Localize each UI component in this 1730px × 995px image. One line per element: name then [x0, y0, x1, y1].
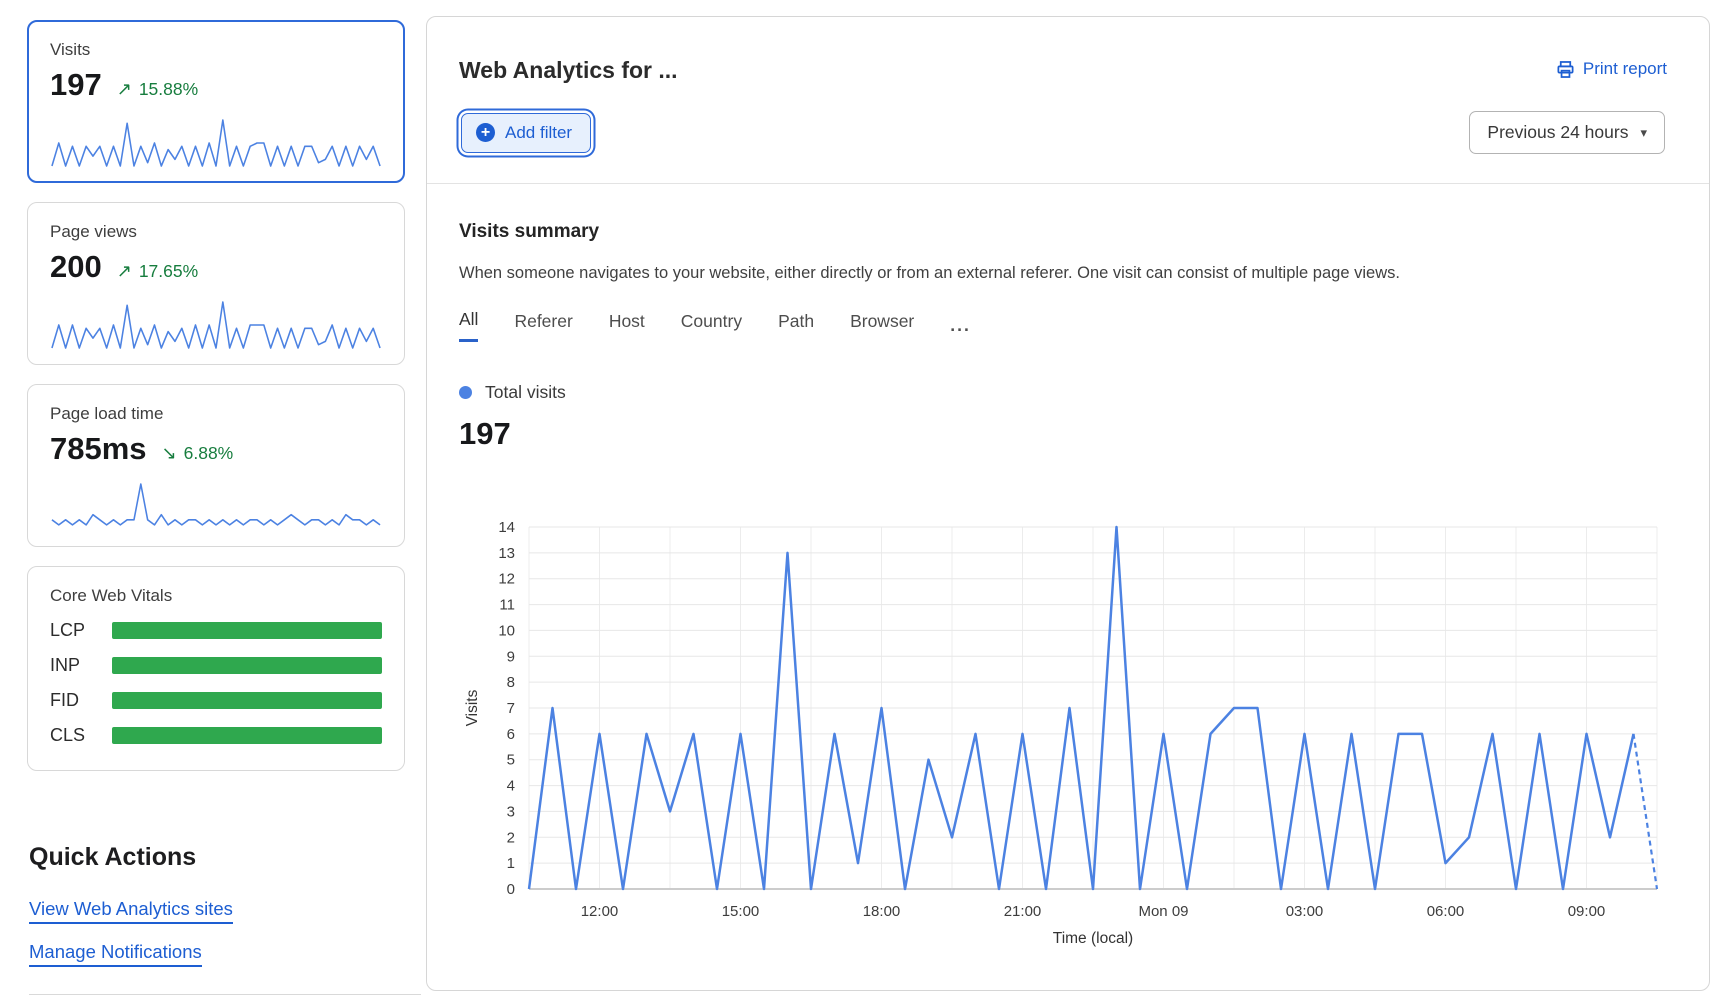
trend-value: 17.65% [139, 261, 198, 282]
chart-legend: Total visits [459, 382, 1665, 403]
tab-path[interactable]: Path [778, 311, 814, 341]
svg-text:12: 12 [498, 571, 515, 588]
svg-text:0: 0 [507, 881, 515, 898]
vitals-label: LCP [50, 620, 96, 641]
tab-all[interactable]: All [459, 309, 478, 342]
legend-label: Total visits [485, 382, 566, 403]
legend-dot-icon [459, 386, 472, 399]
metric-card-page-load-time[interactable]: Page load time 785ms ↘ 6.88% [27, 384, 405, 547]
metric-card-title: Page load time [50, 404, 382, 424]
svg-text:9: 9 [507, 648, 515, 665]
page-views-sparkline [50, 298, 382, 350]
svg-text:13: 13 [498, 545, 515, 562]
plus-icon: + [476, 123, 495, 142]
visits-summary-description: When someone navigates to your website, … [459, 264, 1665, 283]
core-web-vitals-card[interactable]: Core Web Vitals LCP INP FID CLS [27, 566, 405, 771]
quick-actions-title: Quick Actions [29, 843, 405, 872]
svg-text:Visits: Visits [464, 689, 481, 726]
trend-down-icon: ↘ [162, 443, 177, 464]
view-web-analytics-sites-link[interactable]: View Web Analytics sites [29, 898, 233, 924]
metric-card-value: 785ms [50, 431, 147, 467]
vitals-label: INP [50, 655, 96, 676]
time-range-dropdown[interactable]: Previous 24 hours ▾ [1469, 111, 1665, 154]
dimension-tabs: All Referer Host Country Path Browser ..… [459, 309, 1665, 342]
page-load-time-sparkline [50, 480, 382, 532]
svg-text:09:00: 09:00 [1568, 903, 1606, 920]
page-title: Web Analytics for ... [459, 57, 678, 84]
svg-text:Mon 09: Mon 09 [1138, 903, 1188, 920]
add-filter-label: Add filter [505, 123, 572, 143]
vitals-row-lcp: LCP [50, 620, 382, 641]
metric-card-value: 197 [50, 67, 102, 103]
svg-text:4: 4 [507, 778, 515, 795]
svg-text:12:00: 12:00 [581, 903, 619, 920]
sidebar: Visits 197 ↗ 15.88% Page views 200 ↗ 17.… [27, 20, 405, 995]
vitals-label: FID [50, 690, 96, 711]
svg-text:21:00: 21:00 [1004, 903, 1042, 920]
svg-text:14: 14 [498, 519, 515, 536]
manage-notifications-link[interactable]: Manage Notifications [29, 941, 202, 967]
metric-card-title: Visits [50, 40, 382, 60]
svg-text:06:00: 06:00 [1427, 903, 1465, 920]
add-filter-button[interactable]: + Add filter [461, 113, 591, 153]
panel-header: Web Analytics for ... Print report [427, 17, 1709, 84]
metric-card-title: Page views [50, 222, 382, 242]
core-web-vitals-title: Core Web Vitals [50, 586, 382, 606]
svg-text:18:00: 18:00 [863, 903, 901, 920]
svg-text:6: 6 [507, 726, 515, 743]
metric-card-value: 200 [50, 249, 102, 285]
svg-text:8: 8 [507, 674, 515, 691]
trend-value: 6.88% [184, 443, 234, 464]
svg-text:5: 5 [507, 752, 515, 769]
svg-text:11: 11 [499, 597, 515, 614]
print-report-link[interactable]: Print report [1556, 59, 1667, 79]
svg-text:03:00: 03:00 [1286, 903, 1324, 920]
time-range-label: Previous 24 hours [1487, 122, 1628, 143]
svg-text:7: 7 [507, 700, 515, 717]
vitals-row-inp: INP [50, 655, 382, 676]
visits-sparkline [50, 116, 382, 168]
svg-text:2: 2 [507, 829, 515, 846]
vitals-label: CLS [50, 725, 96, 746]
vitals-good-bar [112, 657, 382, 674]
metric-card-page-views[interactable]: Page views 200 ↗ 17.65% [27, 202, 405, 365]
printer-icon [1556, 60, 1575, 79]
total-visits-value: 197 [459, 416, 1665, 452]
tab-host[interactable]: Host [609, 311, 645, 341]
tab-referer[interactable]: Referer [514, 311, 572, 341]
visits-summary-title: Visits summary [459, 221, 1665, 243]
svg-text:Time (local): Time (local) [1053, 930, 1133, 947]
svg-text:10: 10 [498, 622, 515, 639]
trend-value: 15.88% [139, 79, 198, 100]
web-analytics-panel: Web Analytics for ... Print report + Add… [426, 16, 1710, 991]
visits-summary-section: Visits summary When someone navigates to… [427, 184, 1709, 970]
vitals-good-bar [112, 622, 382, 639]
metric-trend: ↗ 17.65% [117, 261, 198, 282]
svg-text:15:00: 15:00 [722, 903, 760, 920]
tab-country[interactable]: Country [681, 311, 742, 341]
caret-down-icon: ▾ [1640, 125, 1647, 141]
more-tabs-ellipsis-icon[interactable]: ... [950, 315, 971, 336]
metric-trend: ↘ 6.88% [162, 443, 234, 464]
vitals-good-bar [112, 692, 382, 709]
filter-row: + Add filter Previous 24 hours ▾ [427, 111, 1709, 154]
vitals-good-bar [112, 727, 382, 744]
vitals-row-fid: FID [50, 690, 382, 711]
visits-chart[interactable]: 0123456789101112131412:0015:0018:0021:00… [439, 460, 1709, 965]
tab-browser[interactable]: Browser [850, 311, 914, 341]
quick-actions-section: Quick Actions View Web Analytics sites M… [27, 843, 405, 995]
metric-trend: ↗ 15.88% [117, 79, 198, 100]
svg-text:3: 3 [507, 803, 515, 820]
trend-up-icon: ↗ [117, 261, 132, 282]
svg-text:1: 1 [507, 855, 515, 872]
vitals-row-cls: CLS [50, 725, 382, 746]
metric-card-visits[interactable]: Visits 197 ↗ 15.88% [27, 20, 405, 183]
print-report-label: Print report [1583, 59, 1667, 79]
trend-up-icon: ↗ [117, 79, 132, 100]
